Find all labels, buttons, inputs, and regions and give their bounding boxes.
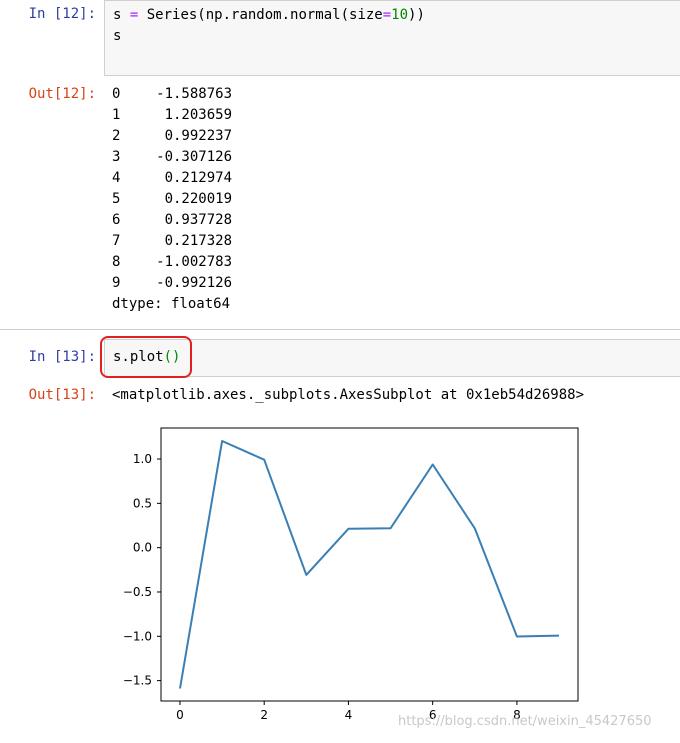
y-tick-label: 1.0 [133, 452, 152, 466]
y-tick-label: 0.5 [133, 496, 152, 510]
watermark: https://blog.csdn.net/weixin_45427650 [398, 714, 652, 729]
x-tick-label: 0 [176, 708, 184, 722]
x-tick-label: 4 [345, 708, 353, 722]
y-tick-label: 0.0 [133, 541, 152, 555]
series-line [179, 440, 560, 689]
plot-frame [160, 427, 579, 702]
y-tick-label: −0.5 [123, 585, 152, 599]
y-tick-label: −1.5 [123, 674, 152, 688]
y-tick-label: −1.0 [123, 629, 152, 643]
line-plot: 1.00.50.0−0.5−1.0−1.50 2 4 6 8 [123, 427, 579, 722]
x-tick-label: 2 [260, 708, 268, 722]
